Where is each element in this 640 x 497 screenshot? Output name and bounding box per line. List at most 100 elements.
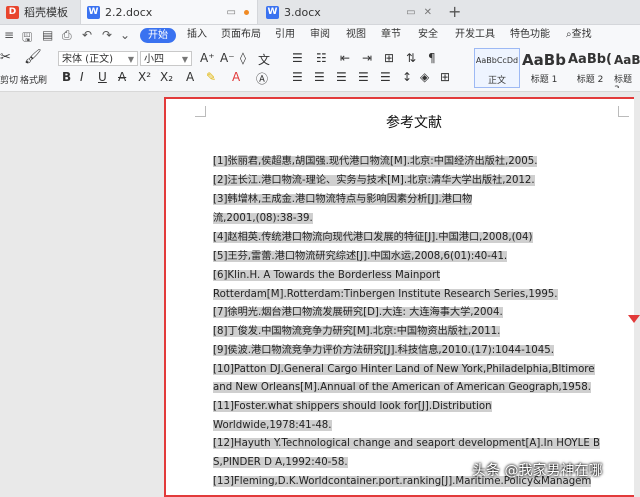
reference-line[interactable]: [8]丁俊发.中国物流竞争力研究[M].北京:中国物资出版社,2011. — [213, 324, 501, 340]
new-tab-plus-icon[interactable]: + — [448, 2, 461, 21]
align-right-icon[interactable]: ☰ — [336, 70, 347, 84]
justify-icon[interactable]: ☰ — [358, 70, 369, 84]
style-heading-3[interactable]: AaBb 标题 3 — [614, 48, 640, 88]
reference-line[interactable]: [9]侯波.港口物流竞争力评价方法研究[J].科技信息,2010.(17):10… — [213, 343, 554, 359]
reference-line[interactable]: [10]Patton DJ.General Cargo Hinter Land … — [213, 362, 595, 378]
menu-review[interactable]: 审阅 — [310, 25, 330, 45]
tab-menu-icon[interactable]: ▭ — [227, 7, 236, 18]
reference-line[interactable]: [6]Klin.H. A Towards the Borderless Main… — [213, 268, 441, 284]
reference-text: [8]丁俊发.中国物流竞争力研究[M].北京:中国物资出版社,2011. — [213, 326, 501, 337]
font-family-value: 宋体 (正文) — [62, 54, 113, 65]
sort-icon[interactable]: ⇅ — [406, 51, 416, 65]
reference-text: [3]韩增林,王成金.港口物流特点与影响因素分析[J].港口物 — [213, 194, 473, 205]
style-label: 标题 1 — [530, 75, 558, 85]
underline-icon[interactable]: U — [98, 70, 107, 84]
cut-icon[interactable]: ✂ — [0, 50, 11, 65]
reference-text: [12]Hayuth Y.Technological change and se… — [213, 438, 600, 449]
page-margin-corner — [195, 106, 206, 117]
tab-document[interactable]: W 3.docx ▭ ✕ — [260, 0, 440, 24]
align-left-icon[interactable]: ☰ — [292, 70, 303, 84]
reference-line[interactable]: [7]徐明光.烟台港口物流发展研究[D].大连: 大连海事大学,2004. — [213, 305, 503, 321]
docer-icon: D — [6, 5, 19, 19]
close-icon[interactable]: ✕ — [424, 7, 432, 18]
tab-active-document[interactable]: W 2.2.docx ▭ — [80, 0, 258, 24]
reference-line[interactable]: [4]赵相英.传统港口物流向现代港口发展的特征[J].中国港口,2008,(04… — [213, 230, 533, 246]
reference-line[interactable]: [1]张丽君,侯超惠,胡国强.现代港口物流[M].北京:中国经济出版社,2005… — [213, 154, 538, 170]
tab-menu-icon[interactable]: ▭ — [406, 7, 415, 18]
ribbon-toolbar: ✂ 剪切 🖌 格式刷 宋体 (正文) ▼ 小四 ▼ A⁺ A⁻ ◊ 文 B I U … — [0, 45, 640, 92]
format-painter-icon[interactable]: 🖌 — [24, 49, 42, 65]
search-button[interactable]: ⌕查找 — [566, 25, 592, 45]
open-folder-icon[interactable]: ▤ — [42, 28, 53, 42]
text-effect-icon[interactable]: A — [186, 70, 194, 84]
font-size-select[interactable]: 小四 ▼ — [140, 51, 192, 66]
align-center-icon[interactable]: ☰ — [314, 70, 325, 84]
font-family-select[interactable]: 宋体 (正文) ▼ — [58, 51, 138, 66]
shading-icon[interactable]: ◈ — [420, 70, 429, 84]
tab-bar: D 稻壳模板 W 2.2.docx ▭ W 3.docx ▭ ✕ + — [0, 0, 640, 25]
menu-security[interactable]: 安全 — [418, 25, 438, 45]
reference-line[interactable]: and New Orleans[M].Annual of the America… — [213, 380, 591, 396]
style-normal[interactable]: AaBbCcDd 正文 — [474, 48, 520, 88]
cut-label[interactable]: 剪切 — [0, 73, 18, 86]
clear-format-icon[interactable]: ◊ — [240, 51, 246, 65]
reference-line[interactable]: [5]王芬,雷蕾.港口物流研究综述[J].中国水运,2008,6(01):40-… — [213, 249, 508, 265]
style-heading-1[interactable]: AaBb 标题 1 — [522, 48, 566, 88]
word-doc-icon: W — [266, 5, 279, 19]
reference-text: S,PINDER D A,1992:40-58. — [213, 457, 348, 468]
page-margin-corner — [618, 106, 629, 117]
tab-label: 2.2.docx — [105, 5, 153, 19]
reference-line[interactable]: [3]韩增林,王成金.港口物流特点与影响因素分析[J].港口物 — [213, 192, 473, 208]
unsaved-dot-icon — [244, 9, 249, 15]
undo-icon[interactable]: ↶ — [82, 28, 92, 42]
menu-view[interactable]: 视图 — [346, 25, 366, 45]
menu-chapter[interactable]: 章节 — [381, 25, 401, 45]
style-label: 标题 3 — [614, 75, 633, 88]
menu-references[interactable]: 引用 — [275, 25, 295, 45]
increase-indent-icon[interactable]: ⇥ — [362, 51, 372, 65]
line-spacing-icon[interactable]: ↕ — [402, 70, 412, 84]
superscript-icon[interactable]: X² — [138, 70, 151, 84]
reference-line[interactable]: [2]汪长江.港口物流-理论、实务与技术[M].北京:清华大学出版社,2012. — [213, 173, 535, 189]
chinese-layout-icon[interactable]: ⊞ — [384, 51, 394, 65]
reference-line[interactable]: [12]Hayuth Y.Technological change and se… — [213, 436, 600, 452]
menu-start[interactable]: 开始 — [140, 28, 176, 43]
strikethrough-icon[interactable]: A — [118, 70, 126, 84]
chevron-down-icon[interactable]: ⌄ — [120, 28, 130, 42]
tab-docer[interactable]: D 稻壳模板 — [0, 0, 78, 24]
shrink-font-icon[interactable]: A⁻ — [220, 51, 235, 65]
bold-icon[interactable]: B — [62, 70, 71, 84]
char-shading-icon[interactable]: Ⓐ — [256, 70, 268, 87]
menu-insert[interactable]: 插入 — [187, 25, 207, 45]
hamburger-icon[interactable]: ≡ — [4, 28, 14, 42]
redo-icon[interactable]: ↷ — [102, 28, 112, 42]
reference-line[interactable]: Worldwide,1978:41-48. — [213, 418, 332, 434]
font-color-icon[interactable]: A — [232, 70, 240, 84]
pinyin-icon[interactable]: 文 — [258, 51, 270, 68]
reference-text: [4]赵相英.传统港口物流向现代港口发展的特征[J].中国港口,2008,(04… — [213, 232, 533, 243]
reference-line[interactable]: [11]Foster.what shippers should look for… — [213, 399, 492, 415]
menu-special[interactable]: 特色功能 — [510, 25, 550, 45]
decrease-indent-icon[interactable]: ⇤ — [340, 51, 350, 65]
distribute-icon[interactable]: ☰ — [380, 70, 391, 84]
highlight-icon[interactable]: ✎ — [206, 70, 216, 84]
style-heading-2[interactable]: AaBb( 标题 2 — [568, 48, 612, 88]
reference-line[interactable]: 流,2001,(08):38-39. — [213, 211, 313, 227]
show-marks-icon[interactable]: ¶ — [428, 51, 436, 65]
reference-line[interactable]: S,PINDER D A,1992:40-58. — [213, 455, 348, 471]
subscript-icon[interactable]: X₂ — [160, 70, 173, 84]
format-painter-button[interactable]: 格式刷 — [20, 73, 47, 86]
border-icon[interactable]: ⊞ — [440, 70, 450, 84]
grow-font-icon[interactable]: A⁺ — [200, 51, 215, 65]
tab-label: 3.docx — [284, 5, 321, 19]
bullet-list-icon[interactable]: ☰ — [292, 51, 303, 65]
print-icon[interactable]: ⎙ — [62, 28, 72, 43]
menu-page-layout[interactable]: 页面布局 — [221, 25, 261, 45]
reference-line[interactable]: Rotterdam[M].Rotterdam:Tinbergen Institu… — [213, 287, 558, 303]
menu-developer[interactable]: 开发工具 — [455, 25, 495, 45]
reference-text: Worldwide,1978:41-48. — [213, 420, 332, 431]
word-doc-icon: W — [87, 5, 100, 19]
reference-text: and New Orleans[M].Annual of the America… — [213, 382, 591, 393]
numbered-list-icon[interactable]: ☷ — [316, 51, 327, 65]
italic-icon[interactable]: I — [80, 70, 84, 84]
